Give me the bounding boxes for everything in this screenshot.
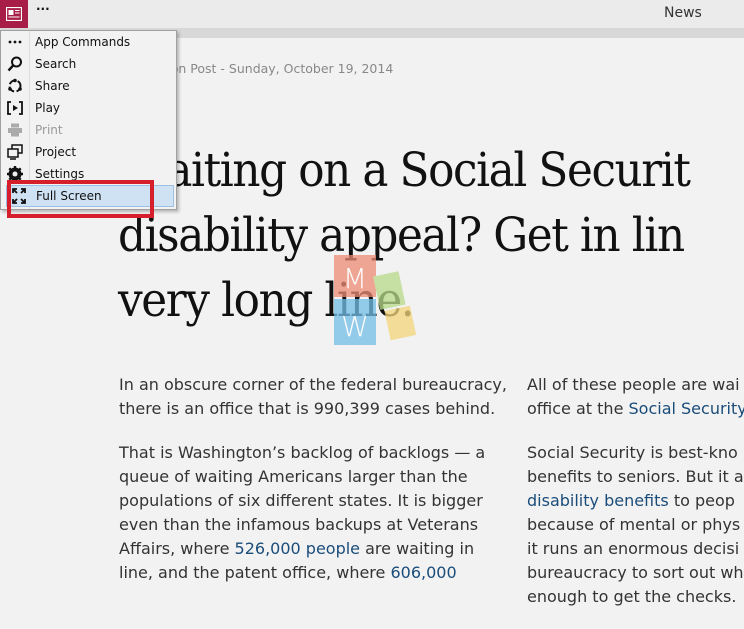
article-headline: aiting on a Social Securit disability ap… [118,138,744,333]
svg-text:W: W [341,310,369,343]
menu-item-search[interactable]: Search [1,53,176,75]
paragraph-1: In an obscure corner of the federal bure… [119,373,509,421]
app-menu-button[interactable] [0,0,28,28]
watermark-logo: M W [331,252,421,352]
headline-line-2: disability appeal? Get in lin [118,203,744,268]
more-icon [1,40,29,44]
article-column-2: All of these people are waioffice at the… [527,373,744,629]
menu-item-print[interactable]: Print [1,119,176,141]
app-title: News [664,5,702,21]
search-icon [1,56,29,72]
menu-item-project[interactable]: Project [1,141,176,163]
play-icon [1,101,29,115]
article-column-1: In an obscure corner of the federal bure… [119,373,509,605]
project-icon [1,144,29,160]
paragraph-3: All of these people are waioffice at the… [527,373,744,421]
more-button[interactable]: ··· [36,2,50,16]
headline-line-3: very long line. [118,268,744,333]
menu-item-app-commands[interactable]: App Commands [1,31,176,53]
menu-item-share[interactable]: Share [1,75,176,97]
print-icon [1,123,29,137]
headline-line-1: aiting on a Social Securit [118,138,744,203]
link-526000-people[interactable]: 526,000 people [235,539,360,558]
paragraph-2: That is Washington’s backlog of backlogs… [119,441,509,585]
link-disability-benefits[interactable]: disability benefits [527,491,669,510]
title-bar: ··· News [0,0,744,28]
paragraph-4: Social Security is best-knobenefits to s… [527,441,744,609]
share-icon [1,78,29,94]
news-app-icon [6,7,22,21]
menu-item-play[interactable]: Play [1,97,176,119]
article-source: ngton Post - Sunday, October 19, 2014 [150,61,393,76]
full-screen-highlight-annotation [7,180,154,218]
link-606000[interactable]: 606,000 [390,563,456,582]
link-social-security[interactable]: Social Security [629,399,744,418]
svg-text:M: M [343,262,367,295]
